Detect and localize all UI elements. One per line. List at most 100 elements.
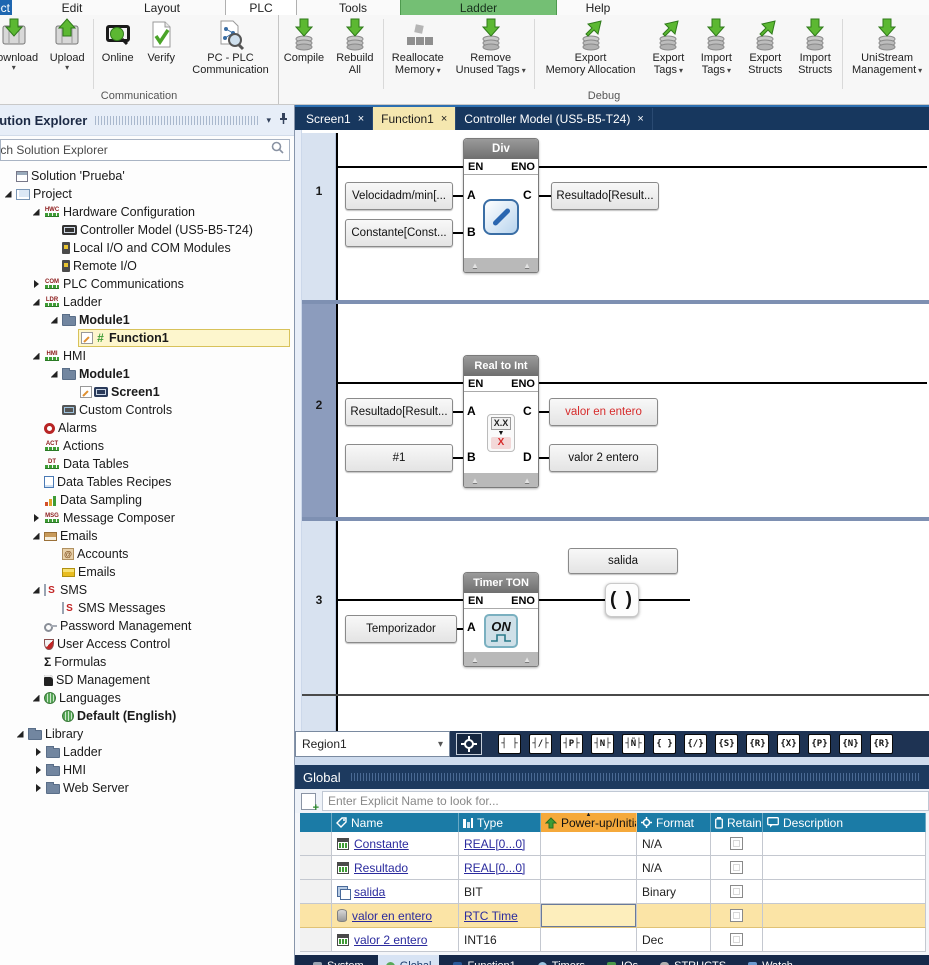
pin-icon[interactable]: [279, 111, 288, 129]
expanded-icon[interactable]: [30, 584, 42, 596]
operand-velocidad[interactable]: Velocidadm/min[...: [345, 182, 453, 210]
menu-tab-plc[interactable]: PLC: [225, 0, 297, 15]
tab-ios[interactable]: IOs: [599, 955, 646, 965]
dropdown-caret-icon[interactable]: ▾: [727, 67, 731, 74]
tag-type-link[interactable]: RTC Time: [464, 909, 518, 923]
description-cell[interactable]: [763, 904, 926, 928]
tree-item-emails[interactable]: Emails: [0, 527, 294, 545]
dropdown-caret-icon[interactable]: ▾: [522, 67, 526, 74]
powerup-cell-selected[interactable]: [541, 904, 637, 928]
tree-item-data-sampling[interactable]: Data Sampling: [0, 491, 294, 509]
tab-watch[interactable]: Watch: [740, 955, 801, 965]
powerup-cell[interactable]: [541, 856, 637, 880]
import-structs-button[interactable]: Import Structs: [790, 17, 840, 76]
rung2-number[interactable]: 2: [302, 398, 336, 412]
tree-item-ladder[interactable]: LDRLadder: [0, 293, 294, 311]
block-footer[interactable]: ▲▲: [464, 258, 538, 272]
tree-item-plc-communications[interactable]: COMPLC Communications: [0, 275, 294, 293]
row-selector[interactable]: [300, 904, 332, 928]
compile-button[interactable]: Compile: [279, 17, 329, 64]
menu-tab-help[interactable]: Help: [570, 0, 626, 15]
dropdown-caret-icon[interactable]: ▾: [12, 64, 16, 71]
rung1-gutter[interactable]: [302, 133, 336, 300]
collapse-icon[interactable]: ▲: [471, 261, 479, 270]
solution-explorer-titlebar[interactable]: Solution Explorer ▾: [0, 105, 294, 136]
coil-negative-button[interactable]: {N}: [839, 734, 862, 754]
dropdown-caret-icon[interactable]: ▾: [65, 64, 69, 71]
global-panel-titlebar[interactable]: Global: [295, 765, 929, 789]
contact-no-button[interactable]: ┤ ├: [498, 734, 521, 754]
column-header-type[interactable]: Type: [459, 813, 541, 832]
column-header-format[interactable]: Format: [637, 813, 711, 832]
contact-nc-button[interactable]: ┤/├: [529, 734, 552, 754]
export-tags-button[interactable]: Export Tags▾: [644, 17, 692, 76]
description-cell[interactable]: [763, 832, 926, 856]
tree-item-web-server[interactable]: Web Server: [0, 779, 294, 797]
tree-item-hardware-configuration[interactable]: HWCHardware Configuration: [0, 203, 294, 221]
column-header-retain[interactable]: Retain: [711, 813, 763, 832]
tree-item-hmi[interactable]: HMIHMI: [0, 347, 294, 365]
row-selector[interactable]: [300, 880, 332, 904]
row-selector[interactable]: [300, 856, 332, 880]
add-tag-icon[interactable]: [301, 793, 316, 810]
column-header-powerup[interactable]: ▲Power-up/Initial: [541, 813, 637, 832]
dropdown-caret-icon[interactable]: ▾: [437, 67, 441, 74]
operand-valor-en-entero[interactable]: valor en entero: [549, 398, 658, 426]
tree-item-accounts[interactable]: Accounts: [0, 545, 294, 563]
collapsed-icon[interactable]: [32, 746, 44, 758]
drag-handle[interactable]: [95, 116, 258, 125]
expanded-icon[interactable]: [30, 530, 42, 542]
tree-item-controller-model[interactable]: Controller Model (US5-B5-T24): [0, 221, 294, 239]
format-cell[interactable]: N/A: [637, 856, 711, 880]
tag-name-link[interactable]: Constante: [354, 837, 409, 851]
menu-tab-layout[interactable]: Layout: [128, 0, 196, 15]
real-to-int-function-block[interactable]: Real to Int ENENO X.X ▼ X ▲▲: [463, 355, 539, 488]
tab-screen1[interactable]: Screen1×: [298, 108, 373, 130]
tree-item-default-english[interactable]: Default (English): [0, 707, 294, 725]
row-selector[interactable]: [300, 832, 332, 856]
online-button[interactable]: Online: [96, 17, 140, 64]
tag-name-link[interactable]: valor 2 entero: [354, 933, 427, 947]
tree-item-library-ladder[interactable]: Ladder: [0, 743, 294, 761]
tree-item-library[interactable]: Library: [0, 725, 294, 743]
contact-negative-button[interactable]: ┤N├: [591, 734, 614, 754]
div-function-block[interactable]: Div ENENO ▲▲: [463, 138, 539, 273]
dropdown-caret-icon[interactable]: ▾: [679, 67, 683, 74]
menu-tab-project[interactable]: Project: [0, 0, 12, 15]
coil-button[interactable]: { }: [653, 734, 676, 754]
tab-system[interactable]: System: [305, 955, 372, 965]
retain-checkbox[interactable]: [730, 861, 743, 874]
close-icon[interactable]: ×: [637, 113, 643, 125]
format-cell[interactable]: [637, 904, 711, 928]
operand-temporizador[interactable]: Temporizador: [345, 615, 457, 643]
expanded-icon[interactable]: [14, 728, 26, 740]
reallocate-memory-button[interactable]: Reallocate Memory▾: [386, 17, 450, 76]
menu-tab-edit[interactable]: Edit: [48, 0, 96, 15]
tree-item-sms[interactable]: SMS: [0, 581, 294, 599]
block-footer[interactable]: ▲▲: [464, 473, 538, 487]
rung1-number[interactable]: 1: [302, 184, 336, 198]
rung4-gutter[interactable]: [302, 696, 336, 731]
tree-item-emails-child[interactable]: Emails: [0, 563, 294, 581]
retain-checkbox[interactable]: [730, 885, 743, 898]
upload-button[interactable]: Upload ▾: [43, 17, 91, 71]
collapsed-icon[interactable]: [32, 782, 44, 794]
expanded-icon[interactable]: [30, 206, 42, 218]
tree-item-data-tables-recipes[interactable]: Data Tables Recipes: [0, 473, 294, 491]
tree-item-remote-io[interactable]: Remote I/O: [0, 257, 294, 275]
search-icon[interactable]: [271, 141, 284, 159]
tree-item-sms-messages[interactable]: SMS Messages: [0, 599, 294, 617]
tree-item-function1[interactable]: Function1: [0, 329, 294, 347]
close-icon[interactable]: ×: [358, 113, 364, 125]
tree-item-library-hmi[interactable]: HMI: [0, 761, 294, 779]
operand-constante[interactable]: Constante[Const...: [345, 219, 453, 247]
operand-valor-2-entero[interactable]: valor 2 entero: [549, 444, 658, 472]
tree-item-sd-management[interactable]: SD Management: [0, 671, 294, 689]
format-cell[interactable]: Binary: [637, 880, 711, 904]
tab-global[interactable]: Global: [378, 955, 440, 965]
retain-checkbox[interactable]: [730, 933, 743, 946]
tab-timers[interactable]: Timers: [530, 955, 593, 965]
operand-constant-1[interactable]: #1: [345, 444, 453, 472]
rung3-number[interactable]: 3: [302, 593, 336, 607]
tag-name-link[interactable]: salida: [354, 885, 385, 899]
